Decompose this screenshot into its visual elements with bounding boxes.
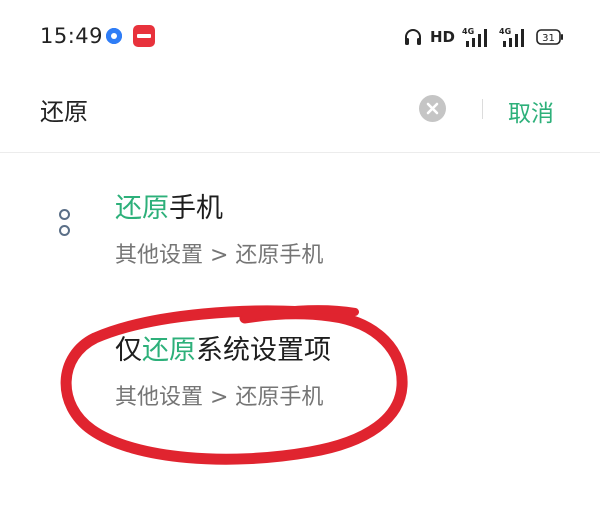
close-icon: [426, 102, 439, 115]
signal-1-label: 4G: [462, 27, 474, 36]
result-highlight: 还原: [115, 193, 169, 224]
result-path: 其他设置 > 还原手机: [115, 385, 324, 410]
signal-icon-2: 4G: [499, 26, 529, 48]
battery-icon: 31: [536, 28, 564, 46]
network-hd-label: HD: [429, 28, 455, 46]
settings-icon: [56, 209, 72, 245]
result-title: 仅还原系统设置项: [115, 335, 331, 366]
battery-level: 31: [542, 33, 555, 44]
result-title: 还原手机: [115, 193, 223, 224]
status-time: 15:49: [40, 24, 104, 48]
signal-2-label: 4G: [499, 27, 511, 36]
clear-search-button[interactable]: [419, 95, 446, 122]
search-bar: 取消: [0, 80, 600, 138]
search-result-item[interactable]: 还原手机 其他设置 > 还原手机: [0, 180, 600, 300]
result-path: 其他设置 > 还原手机: [115, 243, 324, 268]
signal-icon: 4G: [462, 26, 492, 48]
status-indicators: HD 4G 4G 31: [403, 24, 564, 50]
search-input[interactable]: [40, 86, 400, 132]
app-red-icon: [133, 25, 155, 47]
app-blue-icon: [106, 28, 122, 44]
search-divider: [482, 99, 483, 119]
cancel-button[interactable]: 取消: [508, 94, 554, 128]
result-highlight: 还原: [142, 335, 196, 366]
headset-icon: [403, 27, 423, 47]
header-divider: [0, 152, 600, 153]
search-result-item[interactable]: 仅还原系统设置项 其他设置 > 还原手机: [0, 322, 600, 442]
status-bar: 15:49 HD 4G 4G 31: [0, 0, 600, 70]
